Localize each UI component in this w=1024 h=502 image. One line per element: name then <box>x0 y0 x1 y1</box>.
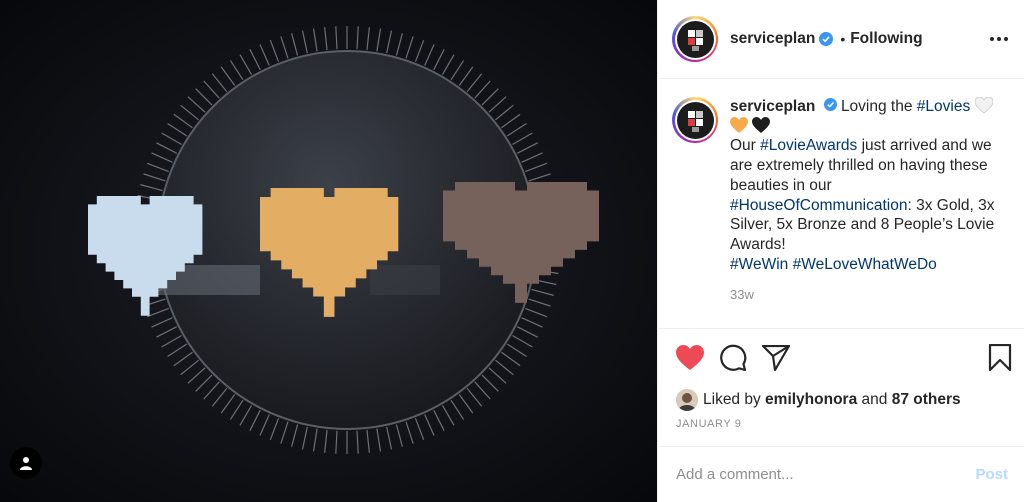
post-header: serviceplan • Following <box>658 0 1024 79</box>
verified-badge-icon <box>823 98 837 111</box>
comment-icon <box>720 344 747 371</box>
caption-text-1: Loving the <box>840 98 913 115</box>
likes-conjunction: and <box>861 391 888 408</box>
caption-username[interactable]: serviceplan <box>730 98 815 115</box>
add-comment-bar: Post <box>658 446 1024 502</box>
avatar[interactable] <box>672 16 718 62</box>
heart-filled-icon <box>676 344 704 370</box>
header-username[interactable]: serviceplan <box>730 30 815 48</box>
hashtag-wewin[interactable]: #WeWin <box>730 256 788 273</box>
caption-text: serviceplan Loving the #Lovies Our #Lovi… <box>730 97 1004 328</box>
paper-plane-icon <box>762 344 790 371</box>
instagram-post-modal: serviceplan • Following serviceplan Lovi… <box>0 0 1024 502</box>
post-comment-button[interactable]: Post <box>975 466 1008 483</box>
verified-badge-icon <box>819 32 834 46</box>
comment-button[interactable] <box>719 344 747 372</box>
post-photo[interactable] <box>0 0 657 502</box>
caption-avatar[interactable] <box>672 97 718 143</box>
liker-avatar[interactable] <box>676 389 698 411</box>
bookmark-icon <box>988 343 1012 371</box>
save-button[interactable] <box>988 343 1012 372</box>
more-options-icon[interactable] <box>990 31 1008 47</box>
caption-area: serviceplan Loving the #Lovies Our #Lovi… <box>658 79 1024 328</box>
comment-input[interactable] <box>676 466 976 483</box>
following-button[interactable]: Following <box>850 30 922 48</box>
likes-others[interactable]: 87 others <box>892 391 961 409</box>
like-button[interactable] <box>676 344 704 371</box>
hashtag-lovies[interactable]: #Lovies <box>917 98 970 115</box>
hashtag-lovieawards[interactable]: #LovieAwards <box>760 137 857 154</box>
action-bar <box>658 328 1024 386</box>
share-button[interactable] <box>762 344 790 371</box>
likes-prefix: Liked by <box>703 391 761 408</box>
post-side-panel: serviceplan • Following serviceplan Lovi… <box>657 0 1024 502</box>
hashtag-welovewhatwedo[interactable]: #WeLoveWhatWeDo <box>793 256 937 273</box>
photo-scene <box>0 0 657 502</box>
serviceplan-logo <box>687 29 703 51</box>
black-heart-icon <box>752 116 771 133</box>
separator-dot: • <box>840 31 846 47</box>
person-tag-icon[interactable] <box>10 447 42 479</box>
caption-timestamp[interactable]: 33w <box>730 285 1004 305</box>
likes-summary: Liked by emilyhonora and 87 others <box>658 386 1024 414</box>
caption-text-2: Our <box>730 137 756 155</box>
hashtag-houseofcommunication[interactable]: #HouseOfCommunication <box>730 197 907 214</box>
orange-heart-icon <box>730 116 748 133</box>
white-heart-icon <box>974 97 993 114</box>
liker-username[interactable]: emilyhonora <box>765 391 857 409</box>
serviceplan-logo <box>687 110 703 132</box>
